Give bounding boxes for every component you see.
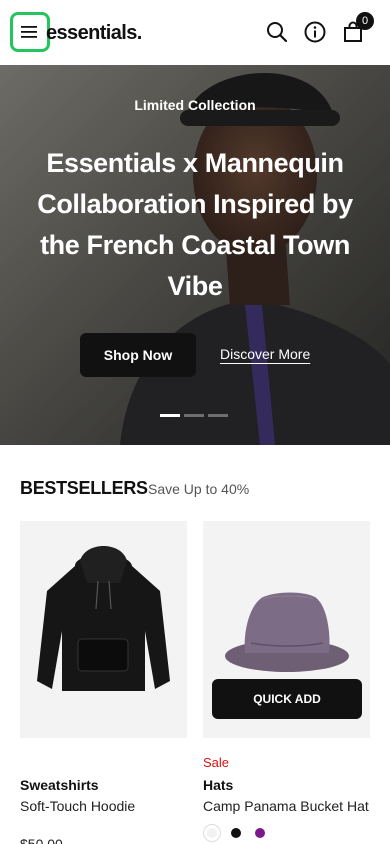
product-image[interactable] — [20, 521, 187, 738]
site-logo[interactable]: essentials. — [46, 20, 142, 46]
product-price: $50.00 — [20, 836, 63, 844]
color-swatch-black[interactable] — [227, 824, 245, 842]
menu-button[interactable] — [10, 12, 50, 52]
quick-add-button[interactable]: QUICK ADD — [212, 679, 362, 719]
hoodie-image — [37, 546, 170, 691]
carousel-indicators — [160, 414, 228, 417]
carousel-dot-2[interactable] — [184, 414, 204, 417]
product-category: Hats — [203, 777, 234, 793]
search-button[interactable] — [263, 18, 291, 46]
search-icon — [267, 22, 288, 43]
product-name[interactable]: Soft-Touch Hoodie — [20, 798, 135, 814]
color-swatches — [203, 824, 269, 842]
info-button[interactable] — [301, 18, 329, 46]
hero-title: Essentials x Mannequin Collaboration Ins… — [37, 148, 353, 301]
product-image[interactable]: QUICK ADD — [203, 521, 370, 738]
hero-banner: Limited Collection Essentials x Mannequi… — [0, 65, 390, 445]
info-icon — [304, 21, 326, 43]
discover-more-link[interactable]: Discover More — [220, 346, 310, 362]
product-name[interactable]: Camp Panama Bucket Hat — [203, 798, 369, 814]
color-swatch-light[interactable] — [203, 824, 221, 842]
sale-badge: Sale — [203, 755, 230, 770]
section-subtitle: Save Up to 40% — [148, 481, 250, 497]
site-header: essentials. 0 — [0, 0, 390, 65]
carousel-dot-1[interactable] — [160, 414, 180, 417]
product-category: Sweatshirts — [20, 777, 99, 793]
product-card[interactable]: QUICK ADD — [203, 521, 370, 738]
shop-now-button[interactable]: Shop Now — [80, 333, 196, 377]
section-title: BESTSELLERS — [20, 478, 148, 498]
carousel-dot-3[interactable] — [208, 414, 228, 417]
hero-eyebrow: Limited Collection — [134, 97, 256, 113]
color-swatch-purple[interactable] — [251, 824, 269, 842]
menu-icon — [21, 26, 37, 38]
product-card[interactable] — [20, 521, 187, 738]
cart-count-badge: 0 — [356, 12, 374, 30]
